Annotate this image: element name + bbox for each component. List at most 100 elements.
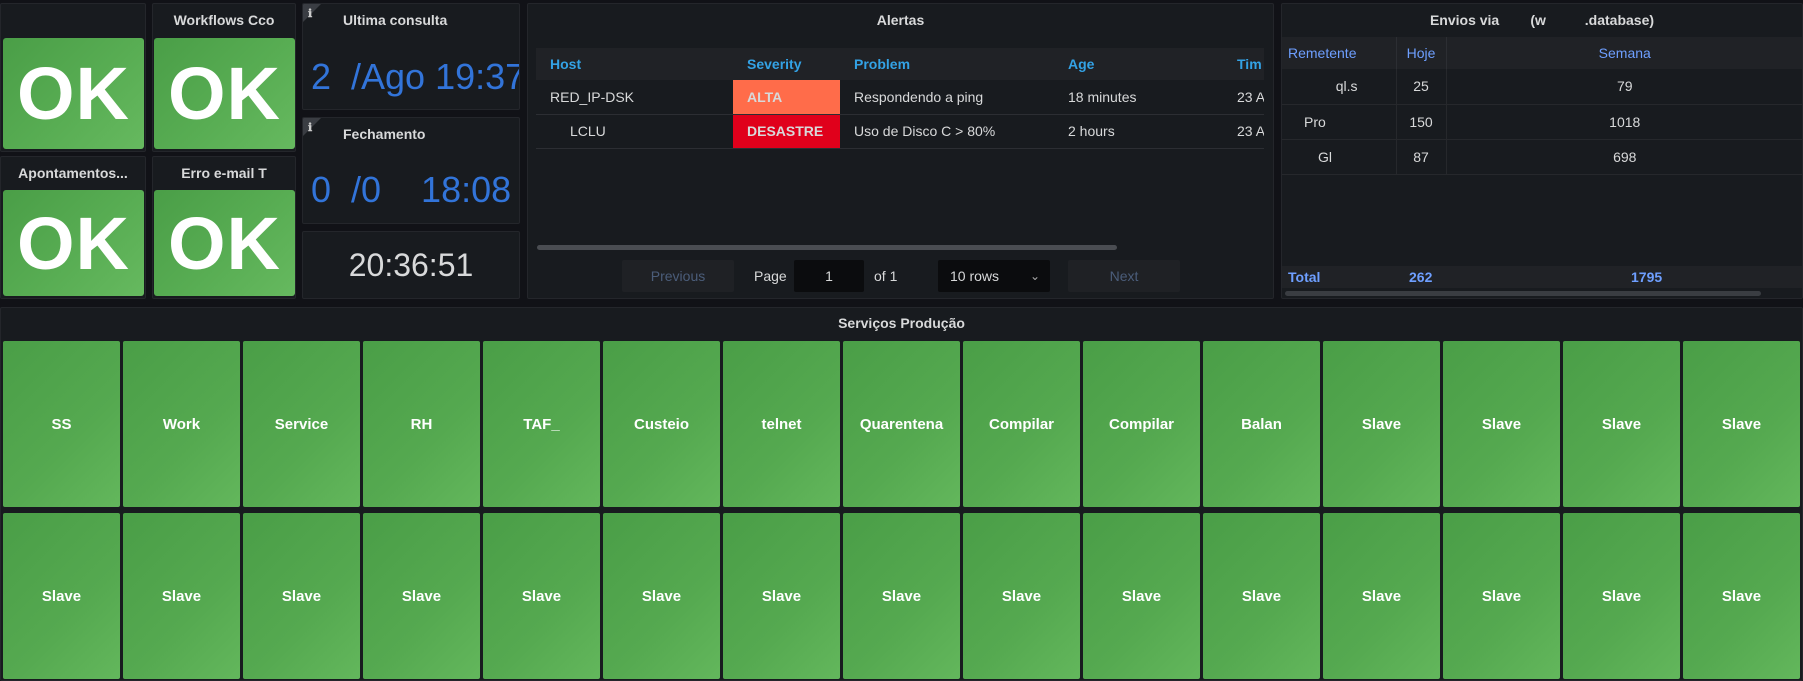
semana-cell: 1018 bbox=[1446, 104, 1802, 140]
hoje-cell: 25 bbox=[1396, 69, 1447, 105]
panel-title: Serviços Produção bbox=[838, 315, 965, 331]
service-tile-label: telnet bbox=[761, 415, 802, 433]
service-tile[interactable]: Slave bbox=[1323, 341, 1440, 507]
column-header-semana[interactable]: Semana bbox=[1446, 37, 1802, 69]
status-panel-1: OK bbox=[0, 3, 146, 152]
service-tile[interactable]: Slave bbox=[1083, 513, 1200, 679]
panel-title bbox=[1, 4, 145, 36]
service-tile[interactable]: Slave bbox=[1683, 513, 1800, 679]
column-header-age[interactable]: Age bbox=[1054, 48, 1223, 80]
service-tile-label: Slave bbox=[1361, 415, 1402, 433]
service-tile-label: Slave bbox=[281, 587, 322, 605]
clock-value: 20:36:51 bbox=[348, 246, 474, 283]
horizontal-scrollbar[interactable] bbox=[1285, 291, 1761, 296]
table-row: ql.s 25 79 bbox=[1282, 69, 1802, 105]
service-tile[interactable]: TAF_ bbox=[483, 341, 600, 507]
next-button[interactable]: Next bbox=[1068, 260, 1180, 292]
service-tile[interactable]: Slave bbox=[483, 513, 600, 679]
ok-indicator: OK bbox=[154, 38, 295, 149]
panel-title: Apontamentos... bbox=[18, 165, 128, 181]
rows-per-page-select[interactable]: 10 rows ⌄ bbox=[938, 260, 1050, 292]
alerts-table-wrapper: Host Severity Problem Age Tim RED_IP-DSK… bbox=[536, 48, 1264, 158]
column-header-time[interactable]: Tim bbox=[1223, 48, 1264, 80]
ok-indicator: OK bbox=[3, 190, 144, 296]
problem-cell: Respondendo a ping bbox=[840, 80, 1054, 115]
table-row[interactable]: LCLU DESASTRE Uso de Disco C > 80% 2 hou… bbox=[536, 114, 1264, 149]
service-tile[interactable]: Slave bbox=[1683, 341, 1800, 507]
service-tile[interactable]: Custeio bbox=[603, 341, 720, 507]
service-tile-label: Slave bbox=[521, 587, 562, 605]
service-tile[interactable]: Slave bbox=[243, 513, 360, 679]
ok-indicator: OK bbox=[3, 38, 144, 149]
service-tile[interactable]: Slave bbox=[963, 513, 1080, 679]
service-tile[interactable]: Balan bbox=[1203, 341, 1320, 507]
total-semana: 1795 bbox=[1631, 269, 1663, 285]
previous-button[interactable]: Previous bbox=[622, 260, 734, 292]
total-hoje: 262 bbox=[1409, 269, 1433, 285]
status-panel-workflows: Workflows Cco OK bbox=[152, 3, 296, 152]
service-tile-label: Slave bbox=[1361, 587, 1402, 605]
alertas-panel: Alertas Host Severity Problem Age Tim RE… bbox=[527, 3, 1274, 299]
page-count-label: of 1 bbox=[874, 268, 898, 284]
host-cell: RED_IP-DSK bbox=[536, 80, 733, 115]
service-tile[interactable]: RH bbox=[363, 341, 480, 507]
envios-panel: Envios via (w .database) Remetente Hoje … bbox=[1281, 3, 1803, 299]
envios-total-row: Total 262 1795 bbox=[1282, 266, 1802, 288]
service-tile-label: Slave bbox=[161, 587, 202, 605]
service-tile[interactable]: Slave bbox=[363, 513, 480, 679]
panel-title: Envios via (w .database) bbox=[1429, 12, 1655, 28]
remetente-cell: ql.s bbox=[1282, 69, 1397, 105]
table-row: Pro 150 1018 bbox=[1282, 104, 1802, 140]
table-row[interactable]: RED_IP-DSK ALTA Respondendo a ping 18 mi… bbox=[536, 80, 1264, 115]
service-tile[interactable]: SS bbox=[3, 341, 120, 507]
service-tile-label: Slave bbox=[1601, 415, 1642, 433]
hoje-cell: 150 bbox=[1396, 104, 1447, 140]
service-tile[interactable]: Slave bbox=[3, 513, 120, 679]
service-tile[interactable]: Service bbox=[243, 341, 360, 507]
column-header-problem[interactable]: Problem bbox=[840, 48, 1054, 80]
service-tile[interactable]: Slave bbox=[1443, 341, 1560, 507]
table-header-row: Remetente Hoje Semana bbox=[1282, 37, 1802, 69]
service-tile[interactable]: Slave bbox=[1323, 513, 1440, 679]
service-tile-label: Slave bbox=[1601, 587, 1642, 605]
service-tile[interactable]: Slave bbox=[843, 513, 960, 679]
page-number-input[interactable]: 1 bbox=[794, 260, 864, 292]
horizontal-scrollbar[interactable] bbox=[537, 245, 1117, 250]
service-tile-label: Slave bbox=[761, 587, 802, 605]
semana-cell: 79 bbox=[1446, 69, 1802, 105]
service-tile[interactable]: Slave bbox=[123, 513, 240, 679]
service-tile[interactable]: Slave bbox=[1443, 513, 1560, 679]
service-tile[interactable]: Compilar bbox=[1083, 341, 1200, 507]
total-label: Total bbox=[1288, 269, 1321, 285]
column-header-host[interactable]: Host bbox=[536, 48, 733, 80]
severity-badge: ALTA bbox=[733, 80, 840, 115]
service-tile-label: Service bbox=[274, 415, 329, 433]
time-cell: 23 A bbox=[1223, 114, 1264, 149]
service-tile[interactable]: Compilar bbox=[963, 341, 1080, 507]
service-tile[interactable]: Slave bbox=[1563, 341, 1680, 507]
service-tile[interactable]: Slave bbox=[1203, 513, 1320, 679]
service-tile-label: RH bbox=[410, 415, 433, 433]
table-header-row: Host Severity Problem Age Tim bbox=[536, 48, 1264, 80]
service-tile[interactable]: Slave bbox=[723, 513, 840, 679]
time-cell: 23 A bbox=[1223, 80, 1264, 115]
column-header-severity[interactable]: Severity bbox=[733, 48, 840, 80]
age-cell: 18 minutes bbox=[1054, 80, 1223, 115]
service-tile-label: Compilar bbox=[988, 415, 1054, 433]
service-tile[interactable]: Slave bbox=[603, 513, 720, 679]
service-tile[interactable]: telnet bbox=[723, 341, 840, 507]
service-tile-label: Slave bbox=[1481, 587, 1522, 605]
service-tile[interactable]: Quarentena bbox=[843, 341, 960, 507]
service-tile-label: TAF_ bbox=[523, 415, 560, 433]
fechamento-panel: ℹ Fechamento 0 /0 18:08 bbox=[302, 117, 520, 224]
ultima-consulta-panel: ℹ Ultima consulta 2 /Ago 19:37 bbox=[302, 3, 520, 110]
remetente-cell: Gl bbox=[1282, 139, 1397, 175]
panel-title: Ultima consulta bbox=[343, 12, 448, 28]
service-tile-label: Slave bbox=[881, 587, 922, 605]
service-tile[interactable]: Slave bbox=[1563, 513, 1680, 679]
ok-indicator: OK bbox=[154, 190, 295, 296]
column-header-remetente[interactable]: Remetente bbox=[1282, 37, 1397, 69]
service-tile[interactable]: Work bbox=[123, 341, 240, 507]
column-header-hoje[interactable]: Hoje bbox=[1396, 37, 1447, 69]
remetente-cell: Pro bbox=[1282, 104, 1397, 140]
